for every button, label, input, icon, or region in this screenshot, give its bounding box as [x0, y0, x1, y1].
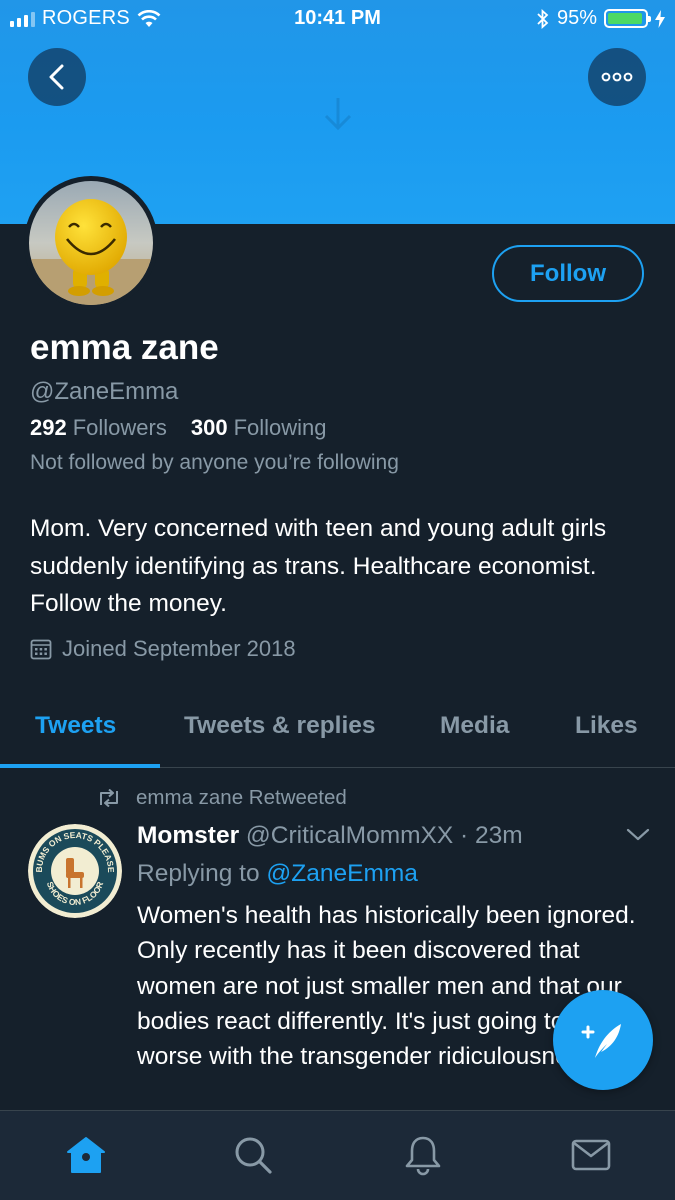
active-tab-indicator: [0, 764, 160, 768]
battery-icon: [604, 9, 651, 28]
bottom-navigation: [0, 1110, 675, 1200]
chevron-down-icon[interactable]: [626, 828, 650, 842]
status-bar: ROGERS 10:41 PM 95%: [0, 0, 675, 38]
tweet-author-avatar[interactable]: BUMS ON SEATS PLEASE SHOES ON FLOOR: [28, 824, 122, 918]
compose-tweet-button[interactable]: [553, 990, 653, 1090]
profile-handle: @ZaneEmma: [30, 378, 179, 405]
profile-tabs: Tweets Tweets & replies Media Likes: [0, 690, 675, 768]
chevron-left-icon: [49, 64, 64, 90]
banner-arrow-icon: [324, 98, 352, 131]
tab-tweets[interactable]: Tweets: [35, 712, 116, 740]
tab-tweets-replies[interactable]: Tweets & replies: [184, 712, 376, 740]
more-options-button[interactable]: [588, 48, 646, 106]
home-icon: [67, 1137, 105, 1173]
smiley-figure-image: [29, 181, 153, 305]
tab-likes[interactable]: Likes: [575, 712, 638, 740]
search-icon: [235, 1137, 272, 1174]
calendar-icon: [30, 639, 52, 660]
battery-level: [608, 13, 643, 24]
compose-feather-icon: [581, 1024, 621, 1058]
charging-icon: [655, 9, 665, 28]
followers-label[interactable]: Followers: [73, 415, 167, 441]
followers-count[interactable]: 292: [30, 415, 67, 441]
back-button[interactable]: [28, 48, 86, 106]
following-count[interactable]: 300: [191, 415, 228, 441]
mail-icon: [571, 1139, 611, 1171]
retweet-icon: [100, 789, 118, 807]
profile-name: emma zane: [30, 328, 219, 367]
tab-media[interactable]: Media: [440, 712, 509, 740]
retweet-indicator: emma zane Retweeted: [96, 786, 347, 810]
tweet-author-name[interactable]: Momster: [137, 822, 239, 849]
tweet-separator: ·: [453, 822, 475, 849]
joined-date: Joined September 2018: [30, 636, 296, 662]
replying-to: Replying to @ZaneEmma: [137, 860, 418, 888]
joined-text: Joined September 2018: [62, 636, 296, 661]
seat-badge-image: BUMS ON SEATS PLEASE SHOES ON FLOOR: [28, 824, 122, 918]
nav-messages[interactable]: [569, 1133, 613, 1177]
battery-percent: 95%: [556, 7, 597, 29]
more-horizontal-icon: [601, 72, 633, 82]
tweet-header: Momster @CriticalMommXX · 23m: [137, 822, 523, 850]
following-label[interactable]: Following: [234, 415, 327, 441]
nav-notifications[interactable]: [401, 1133, 445, 1177]
tweet-time: 23m: [474, 822, 523, 849]
profile-bio: Mom. Very concerned with teen and young …: [30, 515, 607, 617]
replying-mention-link[interactable]: @ZaneEmma: [266, 860, 418, 887]
follow-stats: 292 Followers 300 Following: [30, 415, 327, 441]
follow-button[interactable]: Follow: [492, 245, 644, 302]
nav-home[interactable]: [64, 1133, 108, 1177]
profile-avatar[interactable]: [24, 176, 158, 310]
bell-icon: [405, 1136, 441, 1176]
not-followed-text: Not followed by anyone you’re following: [30, 451, 399, 474]
replying-prefix: Replying to: [137, 860, 267, 887]
retweeted-by-text[interactable]: emma zane Retweeted: [136, 786, 347, 810]
bluetooth-icon: [537, 8, 549, 29]
tweet-author-handle[interactable]: @CriticalMommXX: [246, 822, 453, 849]
nav-search[interactable]: [231, 1133, 275, 1177]
